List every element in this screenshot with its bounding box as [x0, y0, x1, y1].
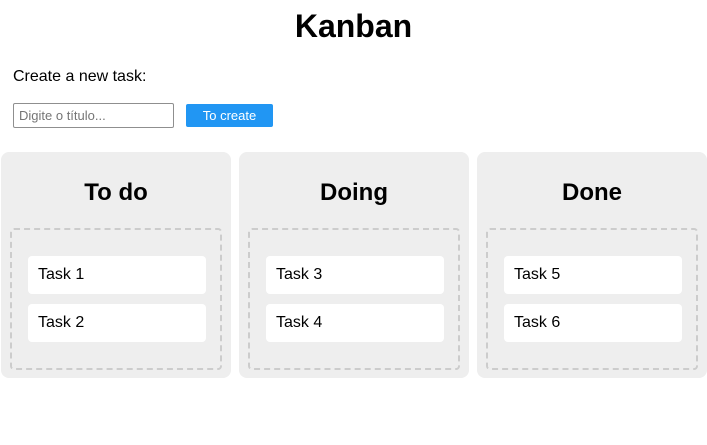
- create-task-button[interactable]: To create: [186, 104, 273, 127]
- column-dropzone[interactable]: Task 5 Task 6: [486, 228, 698, 370]
- page-title: Kanban: [294, 8, 413, 44]
- task-card[interactable]: Task 2: [28, 304, 206, 342]
- column-title: Done: [562, 179, 622, 206]
- column-to-do: To do Task 1 Task 2: [1, 152, 231, 378]
- create-task-label: Create a new task:: [13, 68, 147, 85]
- column-dropzone[interactable]: Task 1 Task 2: [10, 228, 222, 370]
- column-dropzone[interactable]: Task 3 Task 4: [248, 228, 460, 370]
- column-title: To do: [84, 179, 148, 206]
- task-card[interactable]: Task 5: [504, 256, 682, 294]
- task-card[interactable]: Task 1: [28, 256, 206, 294]
- column-doing: Doing Task 3 Task 4: [239, 152, 469, 378]
- column-done: Done Task 5 Task 6: [477, 152, 707, 378]
- task-title-input[interactable]: [13, 103, 174, 128]
- task-card[interactable]: Task 4: [266, 304, 444, 342]
- task-card[interactable]: Task 3: [266, 256, 444, 294]
- kanban-page: Kanban Create a new task: To create To d…: [0, 0, 707, 445]
- column-title: Doing: [320, 179, 388, 206]
- task-card[interactable]: Task 6: [504, 304, 682, 342]
